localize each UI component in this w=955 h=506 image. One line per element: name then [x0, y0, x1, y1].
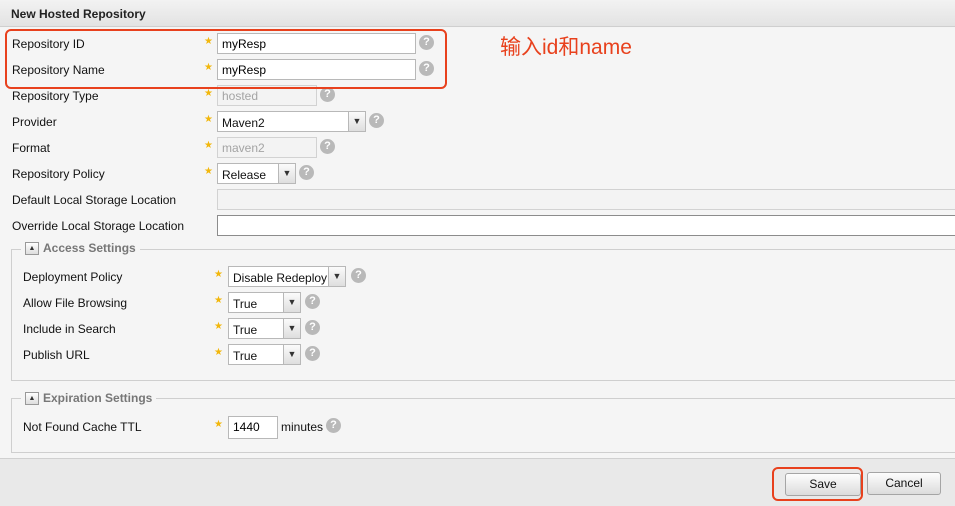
default-storage-label: Default Local Storage Location — [12, 193, 177, 207]
help-icon[interactable]: ? — [305, 346, 320, 361]
deployment-policy-row: Deployment Policy ★ Disable Redeploy ▼ ? — [0, 266, 955, 290]
help-icon[interactable]: ? — [320, 87, 335, 102]
access-settings-legend[interactable]: ▲ Access Settings — [21, 241, 140, 257]
provider-value: Maven2 — [222, 116, 265, 130]
help-icon[interactable]: ? — [351, 268, 366, 283]
repository-policy-value: Release — [222, 168, 267, 182]
access-settings-title: Access Settings — [43, 241, 136, 255]
override-storage-row: Override Local Storage Location — [0, 215, 955, 239]
default-storage-row: Default Local Storage Location — [0, 189, 955, 213]
minutes-unit: minutes — [281, 420, 324, 434]
include-in-search-select[interactable]: True ▼ — [228, 318, 301, 339]
chevron-down-icon[interactable]: ▼ — [348, 112, 365, 131]
chevron-down-icon[interactable]: ▼ — [278, 164, 295, 183]
help-icon[interactable]: ? — [305, 320, 320, 335]
format-input: maven2 — [217, 137, 317, 158]
panel-header: New Hosted Repository — [0, 0, 955, 27]
star-icon: ★ — [204, 88, 213, 99]
collapse-icon[interactable]: ▲ — [25, 392, 39, 406]
help-icon[interactable]: ? — [326, 418, 341, 433]
chevron-down-icon[interactable]: ▼ — [283, 319, 300, 338]
repository-policy-row: Repository Policy ★ Release ▼ ? — [0, 163, 955, 187]
publish-url-row: Publish URL ★ True ▼ ? — [0, 344, 955, 368]
collapse-icon[interactable]: ▲ — [25, 242, 39, 256]
repository-policy-select[interactable]: Release ▼ — [217, 163, 296, 184]
format-label: Format — [12, 141, 51, 155]
star-icon: ★ — [214, 419, 223, 430]
help-icon[interactable]: ? — [320, 139, 335, 154]
allow-file-browsing-value: True — [233, 297, 258, 311]
expiration-settings-title: Expiration Settings — [43, 391, 153, 405]
chevron-down-icon[interactable]: ▼ — [283, 345, 300, 364]
format-row: Format ★ maven2 ? — [0, 137, 955, 161]
star-icon: ★ — [204, 140, 213, 151]
cancel-button[interactable]: Cancel — [867, 472, 941, 495]
annotation-text: 输入id和name — [500, 36, 632, 59]
repository-form: Repository ID ★ myResp ? Repository Name… — [0, 28, 955, 458]
repository-type-label: Repository Type — [12, 89, 99, 103]
provider-row: Provider ★ Maven2 ▼ ? — [0, 111, 955, 135]
allow-file-browsing-select[interactable]: True ▼ — [228, 292, 301, 313]
override-storage-input[interactable] — [217, 215, 955, 236]
star-icon: ★ — [204, 166, 213, 177]
include-in-search-value: True — [233, 323, 258, 337]
help-icon[interactable]: ? — [369, 113, 384, 128]
star-icon: ★ — [204, 114, 213, 125]
provider-label: Provider — [12, 115, 57, 129]
default-storage-input — [217, 189, 955, 210]
provider-select[interactable]: Maven2 ▼ — [217, 111, 366, 132]
publish-url-select[interactable]: True ▼ — [228, 344, 301, 365]
publish-url-label: Publish URL — [23, 348, 90, 362]
not-found-cache-ttl-input[interactable]: 1440 — [228, 416, 278, 439]
chevron-down-icon[interactable]: ▼ — [328, 267, 345, 286]
panel-title: New Hosted Repository — [11, 7, 146, 21]
star-icon: ★ — [214, 321, 223, 332]
not-found-cache-ttl-label: Not Found Cache TTL — [23, 420, 142, 434]
include-in-search-label: Include in Search — [23, 322, 116, 336]
deployment-policy-select[interactable]: Disable Redeploy ▼ — [228, 266, 346, 287]
star-icon: ★ — [214, 269, 223, 280]
deployment-policy-value: Disable Redeploy — [233, 271, 328, 285]
star-icon: ★ — [214, 347, 223, 358]
help-icon[interactable]: ? — [305, 294, 320, 309]
include-in-search-row: Include in Search ★ True ▼ ? — [0, 318, 955, 342]
chevron-down-icon[interactable]: ▼ — [283, 293, 300, 312]
publish-url-value: True — [233, 349, 258, 363]
expiration-settings-legend[interactable]: ▲ Expiration Settings — [21, 391, 157, 407]
repository-policy-label: Repository Policy — [12, 167, 105, 181]
deployment-policy-label: Deployment Policy — [23, 270, 123, 284]
id-name-highlight-box — [5, 29, 447, 89]
help-icon[interactable]: ? — [299, 165, 314, 180]
override-storage-label: Override Local Storage Location — [12, 219, 185, 233]
not-found-cache-ttl-row: Not Found Cache TTL ★ 1440 minutes ? — [0, 416, 955, 440]
save-highlight-box — [772, 467, 863, 501]
allow-file-browsing-label: Allow File Browsing — [23, 296, 128, 310]
allow-file-browsing-row: Allow File Browsing ★ True ▼ ? — [0, 292, 955, 316]
star-icon: ★ — [214, 295, 223, 306]
